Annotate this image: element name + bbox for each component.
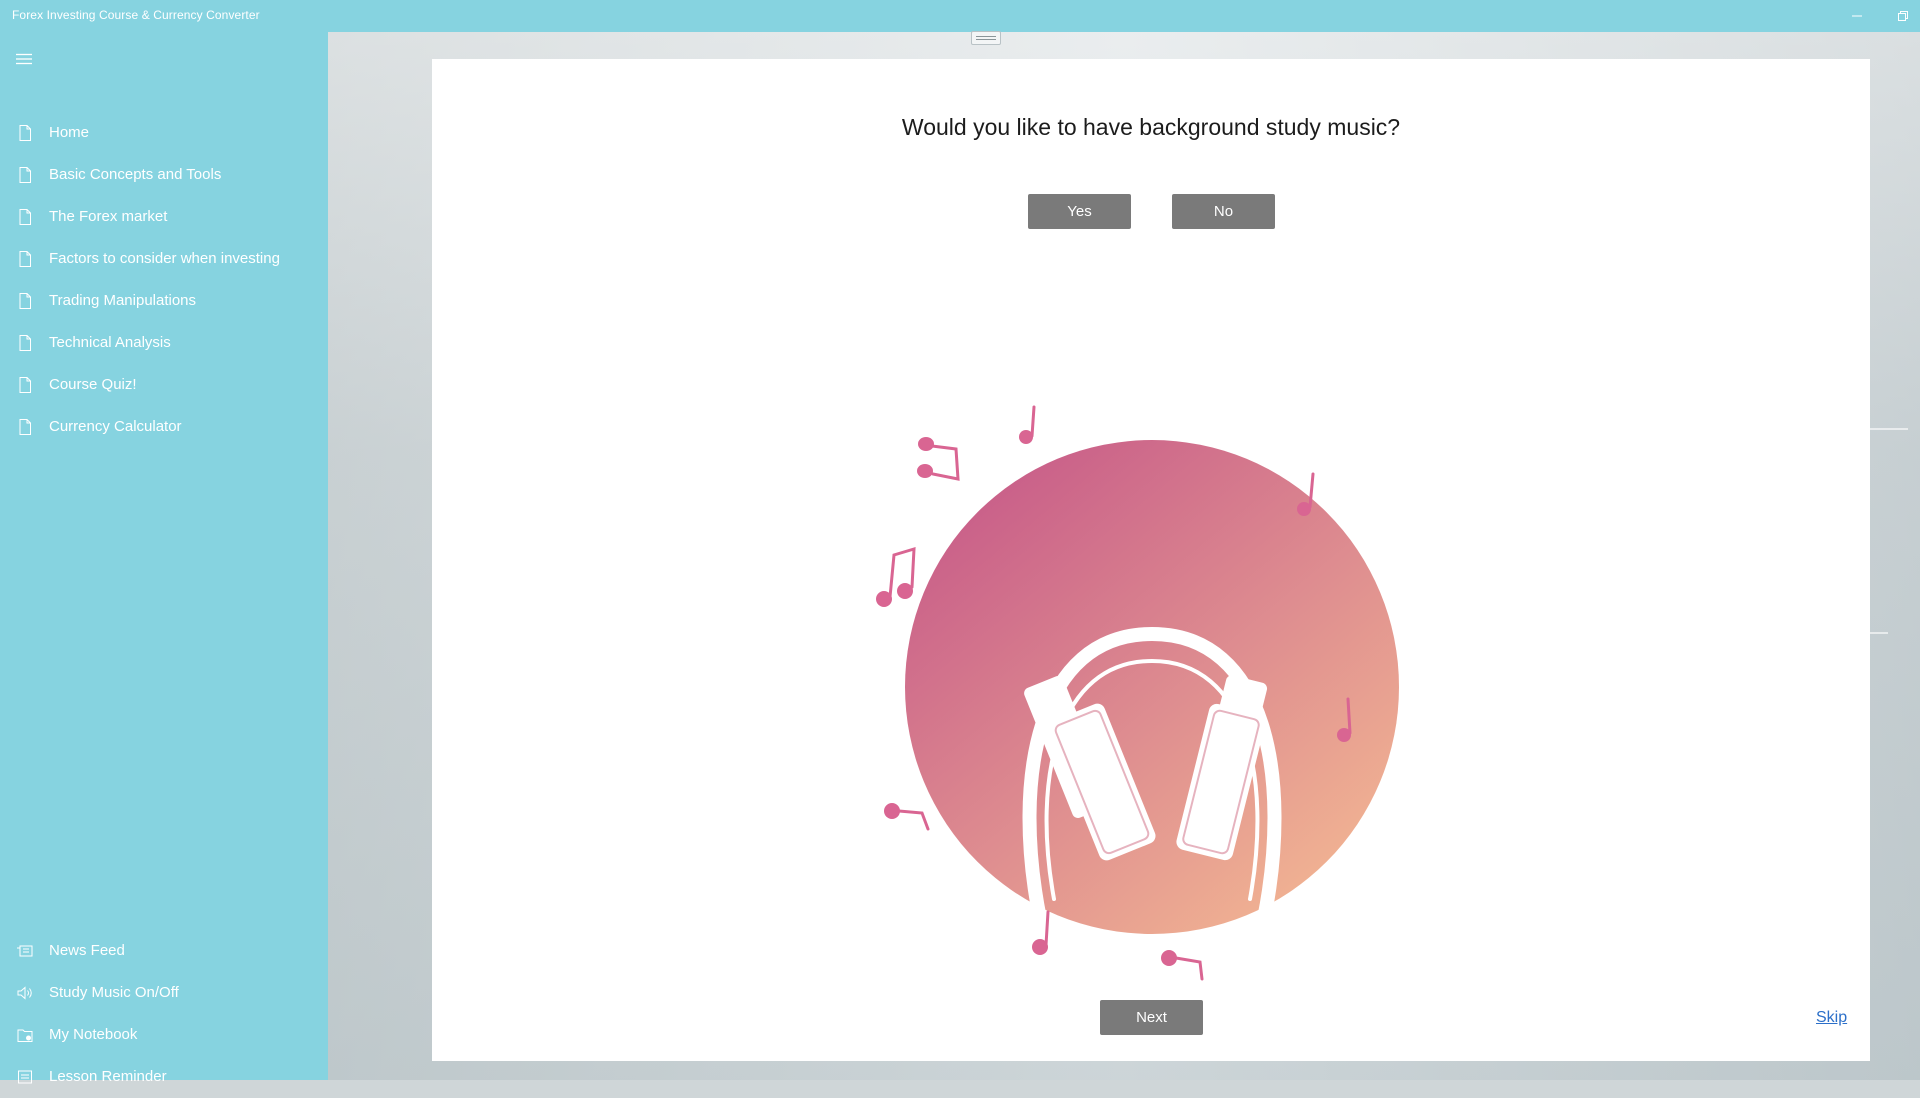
document-icon <box>19 335 31 351</box>
sidebar-item-trading-manipulations[interactable]: Trading Manipulations <box>0 280 328 322</box>
sidebar-item-label: News Feed <box>49 942 125 959</box>
music-note-icon <box>1161 950 1204 981</box>
drag-handle[interactable] <box>971 31 1001 45</box>
circle-background <box>905 440 1399 934</box>
title-bar: Forex Investing Course & Currency Conver… <box>0 0 1920 32</box>
sidebar-item-forex-market[interactable]: The Forex market <box>0 196 328 238</box>
headphones-illustration <box>876 405 1399 981</box>
music-note-icon <box>1019 405 1036 444</box>
sidebar-item-label: Technical Analysis <box>49 334 171 351</box>
sidebar-item-label: Study Music On/Off <box>49 984 179 1001</box>
document-icon <box>19 251 31 267</box>
music-question: Would you like to have background study … <box>901 114 1401 140</box>
document-icon <box>19 125 31 141</box>
sidebar-item-currency-calculator[interactable]: Currency Calculator <box>0 406 328 448</box>
hamburger-menu-button[interactable] <box>13 48 35 70</box>
restore-button[interactable] <box>1880 0 1920 32</box>
sidebar-item-label: Basic Concepts and Tools <box>49 166 222 183</box>
sidebar-item-label: My Notebook <box>49 1026 138 1043</box>
news-icon <box>17 945 33 957</box>
minimize-button[interactable] <box>1834 0 1880 32</box>
skip-link[interactable]: Skip <box>1816 1009 1847 1027</box>
sidebar-item-factors[interactable]: Factors to consider when investing <box>0 238 328 280</box>
sidebar-item-my-notebook[interactable]: My Notebook <box>0 1014 328 1056</box>
next-button[interactable]: Next <box>1100 1000 1203 1035</box>
sidebar-item-label: Lesson Reminder <box>49 1068 167 1085</box>
sidebar-item-label: Course Quiz! <box>49 376 137 393</box>
no-button[interactable]: No <box>1172 194 1275 229</box>
music-note-icon <box>917 437 960 481</box>
music-note-icon <box>876 546 916 607</box>
document-icon <box>19 167 31 183</box>
sidebar: Home Basic Concepts and Tools The Forex … <box>0 32 328 1085</box>
sidebar-item-label: Home <box>49 124 90 141</box>
music-note-icon <box>884 803 930 831</box>
sidebar-item-label: Currency Calculator <box>49 418 182 435</box>
sidebar-item-course-quiz[interactable]: Course Quiz! <box>0 364 328 406</box>
document-icon <box>19 377 31 393</box>
hamburger-icon <box>16 53 32 65</box>
sidebar-item-home[interactable]: Home <box>0 112 328 154</box>
window-title: Forex Investing Course & Currency Conver… <box>12 8 260 22</box>
minimize-icon <box>1852 15 1862 17</box>
sidebar-item-label: The Forex market <box>49 208 168 225</box>
sidebar-item-basic-concepts[interactable]: Basic Concepts and Tools <box>0 154 328 196</box>
document-icon <box>19 293 31 309</box>
restore-icon <box>1898 11 1908 21</box>
sidebar-item-technical-analysis[interactable]: Technical Analysis <box>0 322 328 364</box>
sidebar-item-news-feed[interactable]: News Feed <box>0 930 328 972</box>
sidebar-item-study-music[interactable]: Study Music On/Off <box>0 972 328 1014</box>
onboarding-card: Would you like to have background study … <box>432 59 1870 1061</box>
sidebar-item-lesson-reminder[interactable]: Lesson Reminder <box>0 1056 328 1098</box>
sidebar-item-label: Factors to consider when investing <box>49 250 280 267</box>
sidebar-item-label: Trading Manipulations <box>49 292 197 309</box>
notebook-icon <box>17 1029 33 1042</box>
document-icon <box>19 419 31 435</box>
grip-icon <box>976 36 996 40</box>
yes-button[interactable]: Yes <box>1028 194 1131 229</box>
document-icon <box>19 209 31 225</box>
speaker-icon <box>17 986 32 1000</box>
reminder-icon <box>18 1070 32 1084</box>
